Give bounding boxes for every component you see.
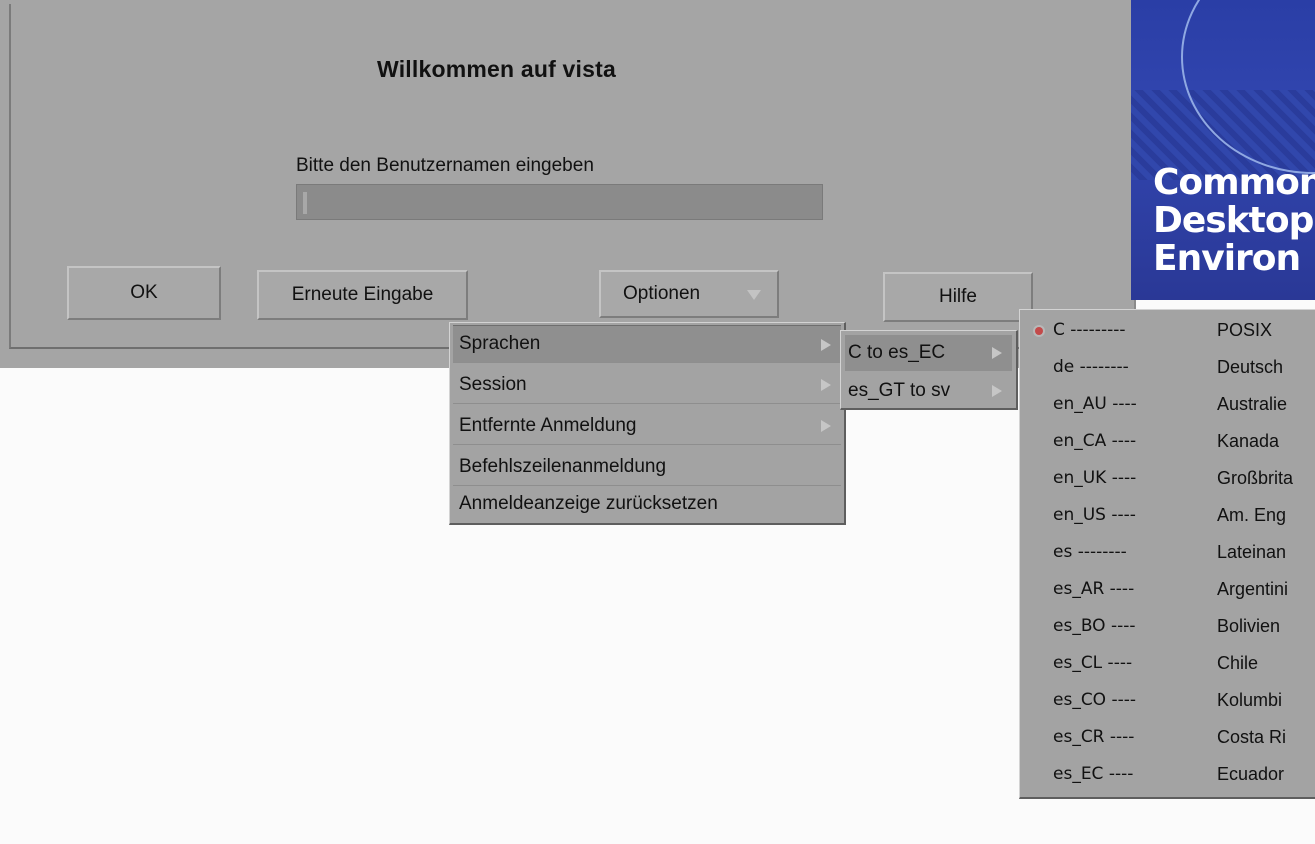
locale-code: es_AR ---- bbox=[1053, 579, 1135, 599]
locale-code: en_CA ---- bbox=[1053, 431, 1137, 451]
welcome-title: Willkommen auf vista bbox=[377, 56, 616, 82]
menu-item-label: C to es_EC bbox=[848, 342, 946, 363]
menu-item-label: Session bbox=[459, 373, 527, 395]
language-range-menu: C to es_EC es_GT to sv bbox=[840, 330, 1018, 410]
locale-code: en_AU ---- bbox=[1053, 394, 1137, 414]
locale-item[interactable]: C --------- POSIX bbox=[1020, 316, 1315, 347]
locale-code: es_CO ---- bbox=[1053, 690, 1137, 710]
text-cursor bbox=[303, 192, 307, 214]
menu-item-label: Anmeldeanzeige zurücksetzen bbox=[459, 493, 718, 514]
username-prompt: Bitte den Benutzernamen eingeben bbox=[296, 155, 594, 176]
locale-language: Ecuador bbox=[1217, 764, 1285, 784]
locale-code: es -------- bbox=[1053, 542, 1127, 562]
locale-code: es_CR ---- bbox=[1053, 727, 1135, 747]
locale-item[interactable]: es_CR ---- Costa Ri bbox=[1020, 723, 1315, 754]
locale-language: Deutsch bbox=[1217, 357, 1284, 377]
menu-item-reset-login-screen[interactable]: Anmeldeanzeige zurücksetzen bbox=[453, 485, 841, 523]
menu-item-sprachen[interactable]: Sprachen bbox=[453, 325, 841, 363]
locale-language: Kolumbi bbox=[1217, 690, 1283, 710]
menu-item-label: es_GT to sv bbox=[848, 380, 951, 401]
help-button[interactable]: Hilfe bbox=[883, 272, 1033, 322]
locale-code: en_US ---- bbox=[1053, 505, 1136, 525]
menu-item-es-gt-to-sv[interactable]: es_GT to sv bbox=[845, 373, 1012, 409]
logo-line-2: Desktop bbox=[1153, 200, 1314, 241]
locale-language: Lateinan bbox=[1217, 542, 1287, 562]
locale-code: es_EC ---- bbox=[1053, 764, 1134, 784]
cde-logo: Common Desktop Environ bbox=[1131, 0, 1315, 300]
locale-item[interactable]: es_BO ---- Bolivien bbox=[1020, 612, 1315, 643]
menu-item-command-line-login[interactable]: Befehlszeilenanmeldung bbox=[453, 448, 841, 486]
radio-selected-icon bbox=[1035, 327, 1043, 335]
locale-language: POSIX bbox=[1217, 320, 1273, 340]
menu-item-label: Sprachen bbox=[459, 333, 541, 354]
locale-item[interactable]: en_CA ---- Kanada bbox=[1020, 427, 1315, 458]
locale-item[interactable]: es_AR ---- Argentini bbox=[1020, 575, 1315, 606]
locale-code: es_BO ---- bbox=[1053, 616, 1136, 636]
logo-text: Common Desktop Environ bbox=[1153, 164, 1315, 278]
locale-item[interactable]: es_CL ---- Chile bbox=[1020, 649, 1315, 680]
locale-language: Großbrita bbox=[1217, 468, 1294, 488]
menu-item-session[interactable]: Session bbox=[453, 366, 841, 404]
locale-item[interactable]: de -------- Deutsch bbox=[1020, 353, 1315, 384]
locale-language: Argentini bbox=[1217, 579, 1289, 599]
locale-language: Costa Ri bbox=[1217, 727, 1287, 747]
submenu-arrow-icon bbox=[821, 420, 831, 432]
locale-language: Am. Eng bbox=[1217, 505, 1287, 525]
menu-item-label: Entfernte Anmeldung bbox=[459, 414, 637, 436]
locale-menu: C --------- POSIX de -------- Deutsch en… bbox=[1019, 309, 1315, 799]
options-menu: Sprachen Session Entfernte Anmeldung Bef… bbox=[449, 322, 846, 525]
locale-code: de -------- bbox=[1053, 357, 1129, 377]
dropdown-triangle-icon bbox=[747, 290, 761, 300]
menu-item-remote-login[interactable]: Entfernte Anmeldung bbox=[453, 407, 841, 445]
login-dialog: Willkommen auf vista Bitte den Benutzern… bbox=[0, 0, 1136, 368]
options-button[interactable]: Optionen bbox=[599, 270, 779, 318]
locale-language: Kanada bbox=[1217, 431, 1280, 451]
options-button-label: Optionen bbox=[623, 283, 701, 304]
locale-item[interactable]: en_AU ---- Australie bbox=[1020, 390, 1315, 421]
logo-line-3: Environ bbox=[1153, 238, 1301, 279]
locale-item[interactable]: en_UK ---- Großbrita bbox=[1020, 464, 1315, 495]
locale-code: es_CL ---- bbox=[1053, 653, 1133, 673]
ok-button[interactable]: OK bbox=[67, 266, 221, 320]
menu-item-label: Befehlszeilenanmeldung bbox=[459, 455, 667, 477]
menu-item-c-to-es-ec[interactable]: C to es_EC bbox=[845, 335, 1012, 371]
logo-line-1: Common bbox=[1153, 162, 1315, 203]
submenu-arrow-icon bbox=[821, 339, 831, 351]
submenu-arrow-icon bbox=[821, 379, 831, 391]
locale-item[interactable]: es_EC ---- Ecuador bbox=[1020, 760, 1315, 791]
username-input[interactable] bbox=[296, 184, 823, 220]
locale-code: en_UK ---- bbox=[1053, 468, 1137, 488]
locale-language: Chile bbox=[1217, 653, 1259, 673]
locale-item[interactable]: es_CO ---- Kolumbi bbox=[1020, 686, 1315, 717]
submenu-arrow-icon bbox=[992, 347, 1002, 359]
locale-code: C --------- bbox=[1053, 320, 1126, 340]
locale-item[interactable]: en_US ---- Am. Eng bbox=[1020, 501, 1315, 532]
locale-item[interactable]: es -------- Lateinan bbox=[1020, 538, 1315, 569]
locale-language: Australie bbox=[1217, 394, 1288, 414]
submenu-arrow-icon bbox=[992, 385, 1002, 397]
locale-language: Bolivien bbox=[1217, 616, 1281, 636]
clear-button[interactable]: Erneute Eingabe bbox=[257, 270, 468, 320]
